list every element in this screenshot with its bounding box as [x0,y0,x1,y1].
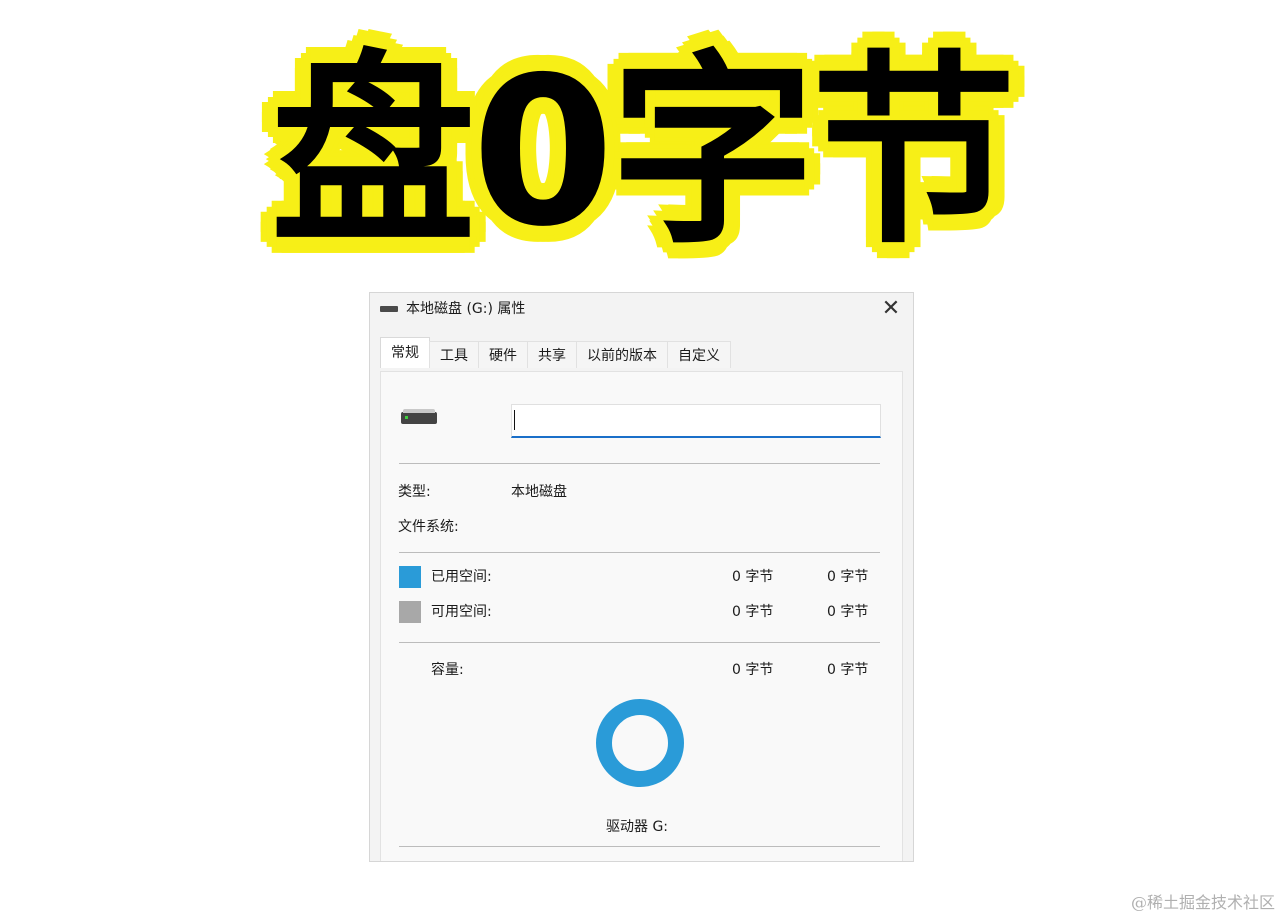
close-button[interactable]: ✕ [877,295,905,323]
used-space-label: 已用空间: [431,569,492,585]
divider [399,552,880,553]
tab-sharing[interactable]: 共享 [527,341,577,368]
drive-properties-dialog: 本地磁盘 (G:) 属性 ✕ 常规 工具 硬件 共享 以前的版本 自定义 类型:… [369,292,914,862]
free-space-label: 可用空间: [431,604,492,620]
dialog-title: 本地磁盘 (G:) 属性 [406,301,526,317]
disk-usage-ring [596,699,684,787]
type-label: 类型: [398,484,431,500]
text-caret [514,410,515,430]
filesystem-label: 文件系统: [398,519,459,535]
watermark: @稀土掘金技术社区 [1130,893,1275,912]
free-space-size: 0 字节 [827,604,869,620]
headline-title: 盘0字节 [270,34,1017,272]
used-space-swatch [399,566,421,588]
capacity-label: 容量: [431,662,464,678]
free-space-bytes: 0 字节 [732,604,774,620]
tab-tools[interactable]: 工具 [429,341,479,368]
divider [399,642,880,643]
used-space-ring [596,699,684,787]
type-value: 本地磁盘 [511,484,567,500]
close-icon: ✕ [881,296,901,321]
used-space-size: 0 字节 [827,569,869,585]
capacity-size: 0 字节 [827,662,869,678]
tab-general[interactable]: 常规 [380,337,430,368]
volume-name-input[interactable] [511,404,881,438]
general-panel: 类型: 本地磁盘 文件系统: 已用空间: 0 字节 0 字节 可用空间: 0 字… [380,371,903,861]
drive-led-icon [405,416,408,419]
title-bar: 本地磁盘 (G:) 属性 ✕ [370,293,913,327]
tab-previous-versions[interactable]: 以前的版本 [576,341,668,368]
tab-customize[interactable]: 自定义 [667,341,731,368]
divider [399,463,880,464]
drive-icon [380,306,398,312]
divider [399,846,880,847]
free-space-swatch [399,601,421,623]
used-space-bytes: 0 字节 [732,569,774,585]
tab-hardware[interactable]: 硬件 [478,341,528,368]
capacity-bytes: 0 字节 [732,662,774,678]
drive-letter-label: 驱动器 G: [606,819,669,835]
tab-strip: 常规 工具 硬件 共享 以前的版本 自定义 [380,337,731,369]
